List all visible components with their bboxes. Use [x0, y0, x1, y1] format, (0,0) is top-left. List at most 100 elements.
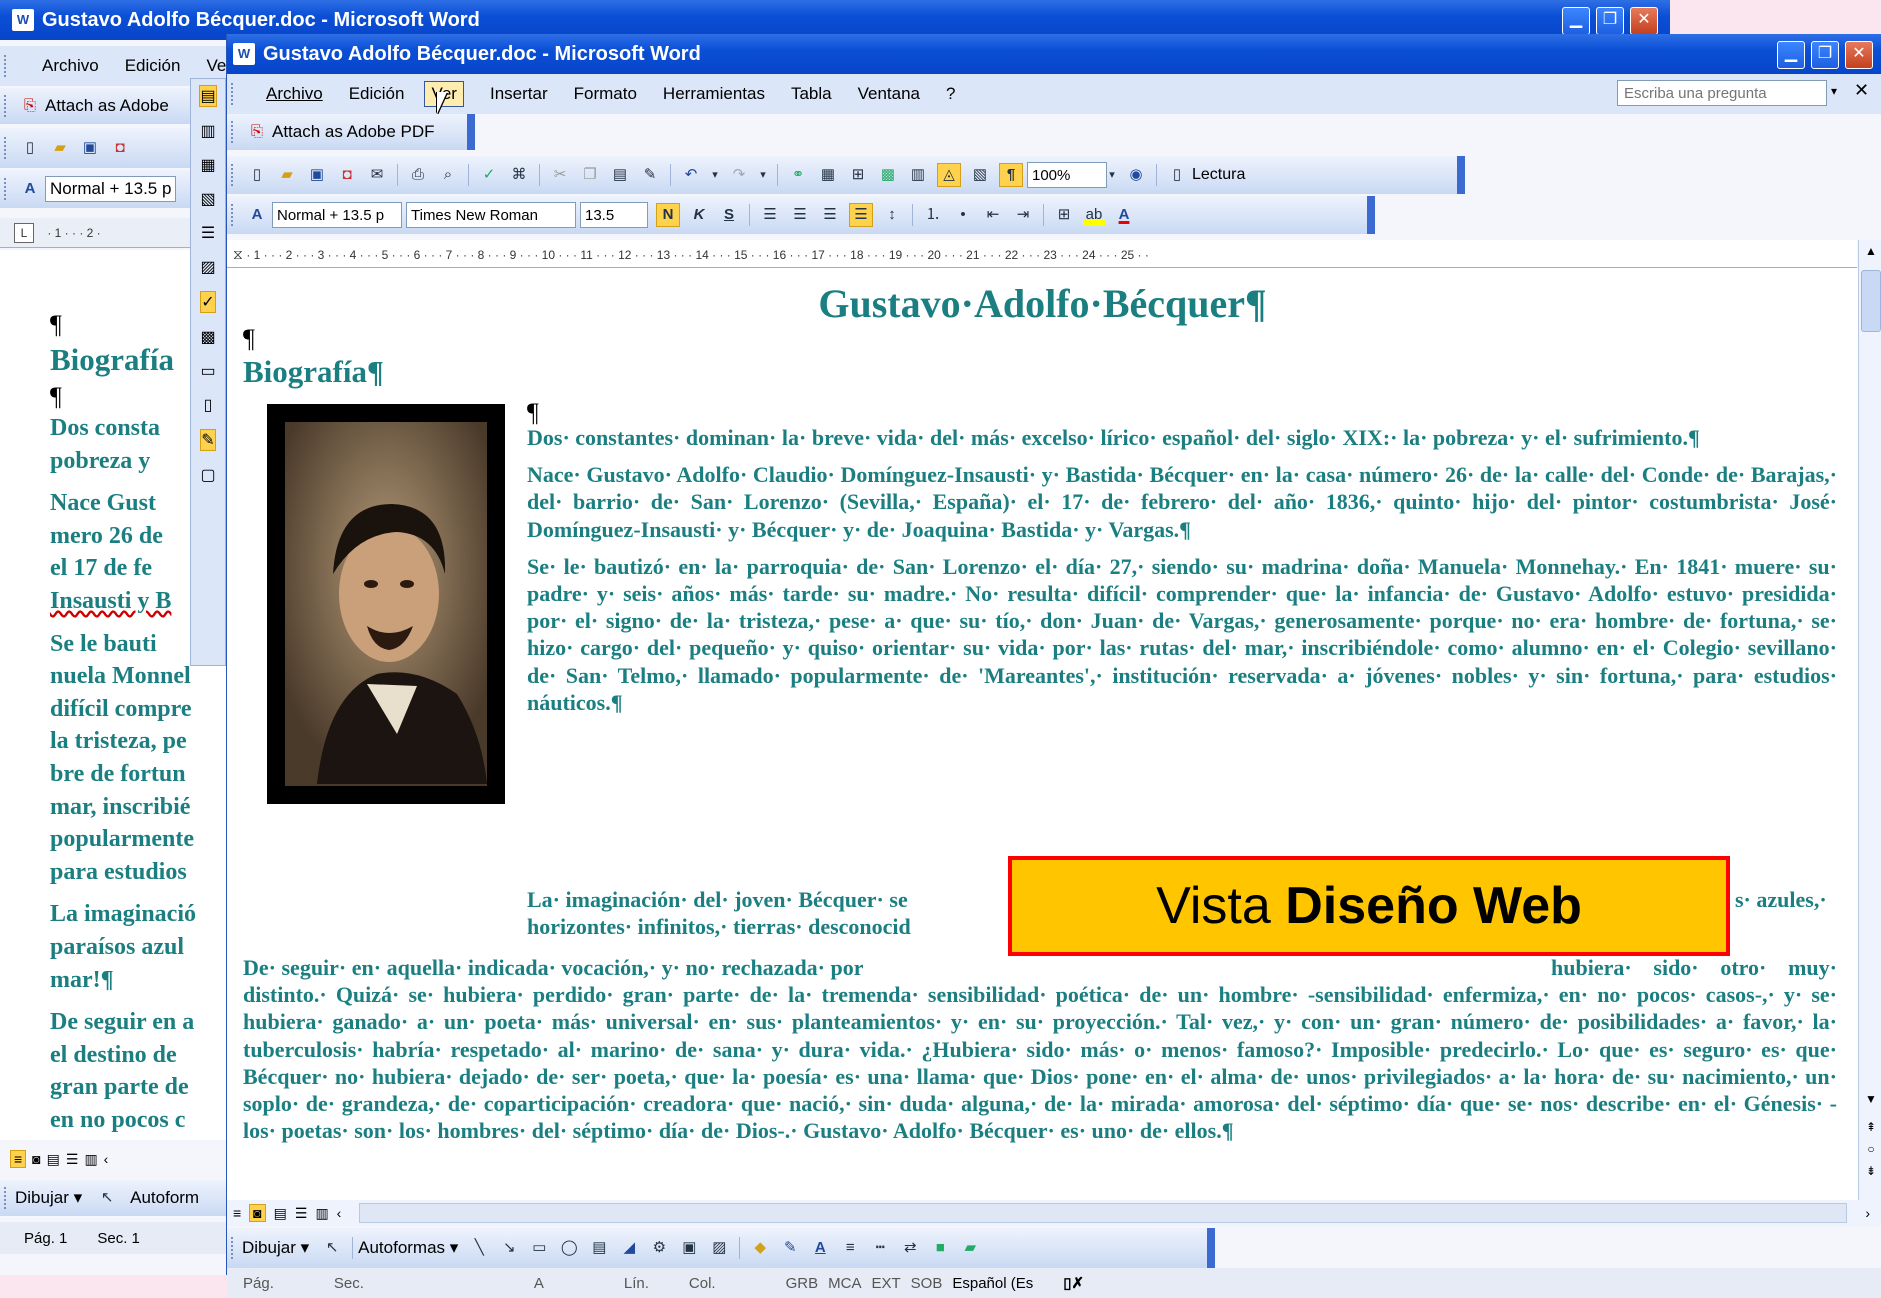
bullets-icon[interactable]: •	[952, 204, 974, 226]
numbering-icon[interactable]: ⒈	[922, 204, 944, 226]
normal-view-icon[interactable]: ≡	[10, 1150, 27, 1168]
line-style-icon[interactable]: ≡	[839, 1237, 861, 1259]
line-spacing-icon[interactable]: ↕	[881, 204, 903, 226]
back-close-button[interactable]: ✕	[1630, 7, 1658, 35]
reading-layout-icon[interactable]: ▯	[1166, 164, 1188, 186]
scroll-up-icon[interactable]: ▲	[1859, 240, 1881, 262]
outline-view-icon[interactable]: ☰	[295, 1205, 308, 1222]
arrow-icon[interactable]: ↘	[498, 1237, 520, 1259]
outline-toggle-icon[interactable]: ☰	[201, 223, 215, 243]
reading-view-icon[interactable]: ▥	[315, 1205, 328, 1222]
highlight-toggle-icon[interactable]: ✎	[200, 429, 216, 451]
back-draw-menu[interactable]: Dibujar ▾	[15, 1188, 82, 1208]
menu-edicion[interactable]: Edición	[349, 84, 405, 104]
spelling-status-icon[interactable]: ▯✗	[1063, 1274, 1084, 1292]
outline-view-icon[interactable]: ☰	[66, 1151, 79, 1168]
tables-borders-icon[interactable]: ▦	[817, 164, 839, 186]
browse-object-icon[interactable]: ○	[1859, 1142, 1881, 1156]
menu-formato[interactable]: Formato	[574, 84, 637, 104]
underline-button[interactable]: S	[718, 204, 740, 226]
back-attach-button[interactable]: Attach as Adobe	[45, 96, 169, 116]
scroll-right-icon[interactable]: ›	[1865, 1205, 1870, 1221]
reading-view-icon[interactable]: ▥	[84, 1151, 97, 1168]
back-style-combo[interactable]: Normal + 13.5 p	[45, 176, 177, 202]
undo-icon[interactable]: ↶	[680, 164, 702, 186]
redo-icon[interactable]: ↷	[728, 164, 750, 186]
question-dropdown-icon[interactable]: ▾	[1831, 84, 1837, 98]
diagram-icon[interactable]: ⚙	[648, 1237, 670, 1259]
front-close-button[interactable]: ✕	[1845, 41, 1873, 69]
tab-selector-icon[interactable]: L	[14, 223, 34, 243]
select-pointer-icon[interactable]: ↖	[321, 1237, 343, 1259]
redo-dropdown-icon[interactable]: ▾	[758, 164, 768, 186]
back-restore-button[interactable]: ❐	[1596, 7, 1624, 35]
menu-insertar[interactable]: Insertar	[490, 84, 548, 104]
styles-formatting-icon[interactable]: A	[246, 204, 268, 226]
web-view-icon[interactable]: ◙	[32, 1151, 40, 1167]
reading-button[interactable]: Lectura	[1192, 166, 1245, 184]
size-combo[interactable]: 13.5	[580, 202, 648, 228]
document-map-icon[interactable]: ▧	[969, 164, 991, 186]
insert-table-icon[interactable]: ⊞	[847, 164, 869, 186]
question-input[interactable]	[1617, 80, 1827, 106]
print-view-icon[interactable]: ▤	[47, 1151, 60, 1168]
wordart-icon[interactable]: ◢	[618, 1237, 640, 1259]
front-restore-button[interactable]: ❐	[1811, 41, 1839, 69]
line-icon[interactable]: ╲	[468, 1237, 490, 1259]
new-document-icon[interactable]: ▯	[246, 164, 268, 186]
borders-icon[interactable]: ⊞	[1053, 204, 1075, 226]
menu-tabla[interactable]: Tabla	[791, 84, 832, 104]
email-icon[interactable]: ✉	[366, 164, 388, 186]
undo-dropdown-icon[interactable]: ▾	[710, 164, 720, 186]
web-view-icon[interactable]: ◙	[249, 1204, 266, 1222]
hyperlink-icon[interactable]: ⚭	[787, 164, 809, 186]
print-view-icon[interactable]: ▤	[274, 1205, 287, 1222]
fullscreen-icon[interactable]: ▢	[200, 465, 215, 485]
menu-archivo[interactable]: Archivo	[266, 84, 323, 104]
menu-ventana[interactable]: Ventana	[858, 84, 920, 104]
open-icon[interactable]: ▰	[276, 164, 298, 186]
front-ruler[interactable]: ⧖ · 1 · · · 2 · · · 3 · · · 4 · · · 5 · …	[227, 240, 1857, 268]
picture-icon[interactable]: ▨	[708, 1237, 730, 1259]
research-icon[interactable]: ⌘	[508, 164, 530, 186]
fill-color-icon[interactable]: ◆	[749, 1237, 771, 1259]
italic-button[interactable]: K	[688, 204, 710, 226]
menu-herramientas[interactable]: Herramientas	[663, 84, 765, 104]
web-layout-toggle-icon[interactable]: ▥	[200, 121, 215, 141]
print-layout-toggle-icon[interactable]: ▦	[200, 155, 215, 175]
align-right-icon[interactable]: ☰	[819, 204, 841, 226]
styles-icon[interactable]: A	[19, 178, 41, 200]
permission-icon[interactable]: ◘	[109, 137, 131, 159]
scroll-thumb[interactable]	[1861, 270, 1881, 332]
shadow-icon[interactable]: ■	[929, 1237, 951, 1259]
highlight-icon[interactable]: ab	[1083, 204, 1105, 226]
columns-icon[interactable]: ▥	[907, 164, 929, 186]
back-menu-archivo[interactable]: Archivo	[42, 56, 99, 76]
scroll-left-icon[interactable]: ‹	[337, 1205, 342, 1221]
print-preview-icon[interactable]: ⌕	[437, 164, 459, 186]
save-icon[interactable]: ▣	[79, 137, 101, 159]
menu-help[interactable]: ?	[946, 84, 955, 104]
cut-icon[interactable]: ✂	[549, 164, 571, 186]
permission-icon[interactable]: ◘	[336, 164, 358, 186]
back-menu-edicion[interactable]: Edición	[125, 56, 181, 76]
copy-icon[interactable]: ❐	[579, 164, 601, 186]
next-page-icon[interactable]: ⇟	[1859, 1164, 1881, 1178]
help-icon[interactable]: ◉	[1125, 164, 1147, 186]
prev-page-icon[interactable]: ⇞	[1859, 1120, 1881, 1134]
normal-view-icon[interactable]: ≡	[233, 1205, 241, 1221]
scroll-down-icon[interactable]: ▼	[1859, 1092, 1881, 1106]
autoforms-menu[interactable]: Autoformas ▾	[358, 1238, 458, 1258]
scroll-left-icon[interactable]: ‹	[104, 1151, 109, 1167]
zoom-dropdown-icon[interactable]: ▾	[1107, 164, 1117, 186]
indent-marker-icon[interactable]: ⧖	[233, 240, 243, 267]
arrow-style-icon[interactable]: ⇄	[899, 1237, 921, 1259]
show-hide-icon[interactable]: ¶	[999, 163, 1023, 187]
document-page[interactable]: Gustavo·Adolfo·Bécquer¶ ¶ Biografía¶ ¶ D…	[227, 268, 1858, 1200]
front-window-titlebar[interactable]: W Gustavo Adolfo Bécquer.doc - Microsoft…	[227, 34, 1881, 74]
horizontal-scrollbar[interactable]	[359, 1203, 1848, 1223]
markup-icon[interactable]: ▯	[204, 395, 213, 415]
attach-pdf-button[interactable]: Attach as Adobe PDF	[272, 122, 435, 142]
vertical-scrollbar[interactable]: ▲ ▼ ⇞ ○ ⇟	[1858, 240, 1881, 1200]
spelling-icon[interactable]: ✓	[478, 164, 500, 186]
